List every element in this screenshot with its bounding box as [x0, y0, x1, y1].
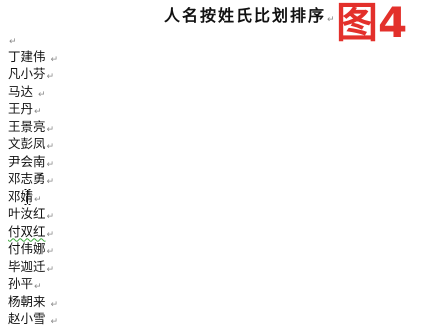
list-item: 马达 ↵ [8, 83, 228, 101]
name-text: 邓志勇 [8, 171, 46, 186]
name-text: 马达 [8, 83, 37, 99]
list-item: 毕迦迁↵ [8, 258, 228, 276]
paragraph-mark: ↵ [50, 317, 59, 327]
list-item: 付双红↵ [8, 223, 228, 241]
list-item: 赵小雪 ↵ [8, 310, 228, 328]
list-item: 叶汝红↵ [8, 205, 228, 223]
paragraph-mark: ↵ [46, 212, 55, 222]
name-text: 付双红 [8, 223, 46, 239]
paragraph-mark: ↵ [34, 282, 42, 292]
document-page[interactable]: 人名按姓氏比划排序↵ 图4 ↵ 丁建伟 ↵ 凡小芬↵ 马达 ↵ 王丹↵ 王景亮↵… [0, 0, 425, 329]
text-cursor-icon [24, 189, 31, 205]
paragraph-mark: ↵ [46, 247, 55, 257]
list-item: 孙平↵ [8, 275, 228, 293]
list-item: 凡小芬↵ [8, 65, 228, 83]
paragraph-mark: ↵ [46, 159, 55, 170]
list-item: 杨朝来 ↵ [8, 293, 228, 311]
paragraph-mark: ↵ [50, 299, 59, 310]
paragraph-mark: ↵ [46, 177, 55, 187]
name-text: 文彭凤 [8, 136, 46, 151]
figure-label: 图4 [336, 0, 408, 47]
paragraph-mark: ↵ [46, 72, 55, 82]
paragraph-mark: ↵ [37, 89, 46, 100]
paragraph-mark: ↵ [327, 15, 335, 25]
list-item: 邓志勇↵ [8, 170, 228, 188]
name-text: 叶汝红 [8, 206, 46, 221]
doc-title: 人名按姓氏比划排序 [164, 6, 327, 25]
title-line: 人名按姓氏比划排序↵ [164, 5, 335, 27]
name-text: 赵小雪 [8, 311, 50, 326]
name-text: 王景亮 [8, 118, 46, 134]
paragraph-mark: ↵ [46, 142, 55, 152]
name-text: 毕迦迁 [8, 258, 46, 274]
list-item: 付伟娜↵ [8, 240, 228, 258]
name-text: 尹会南 [8, 153, 46, 169]
paragraph-mark: ↵ [34, 107, 42, 117]
paragraph-mark: ↵ [46, 264, 55, 275]
list-item: 尹会南↵ [8, 153, 228, 171]
paragraph-mark: ↵ [50, 54, 59, 65]
name-text: 凡小芬 [8, 66, 46, 81]
empty-paragraph: ↵ [8, 30, 228, 48]
name-list: ↵ 丁建伟 ↵ 凡小芬↵ 马达 ↵ 王丹↵ 王景亮↵ 文彭凤↵ 尹会南↵ 邓志勇… [8, 30, 228, 328]
name-text: 王丹 [8, 101, 34, 116]
name-text: 孙平 [8, 276, 34, 291]
paragraph-mark: ↵ [34, 194, 42, 205]
paragraph-mark: ↵ [9, 37, 17, 47]
paragraph-mark: ↵ [46, 124, 55, 135]
list-item: 邓婧↵ [8, 188, 228, 206]
name-text: 丁建伟 [8, 48, 50, 64]
name-text: 杨朝来 [8, 293, 50, 309]
list-item: 王景亮↵ [8, 118, 228, 136]
paragraph-mark: ↵ [46, 229, 55, 240]
list-item: 王丹↵ [8, 100, 228, 118]
list-item: 丁建伟 ↵ [8, 48, 228, 66]
list-item: 文彭凤↵ [8, 135, 228, 153]
name-text: 付伟娜 [8, 241, 46, 256]
